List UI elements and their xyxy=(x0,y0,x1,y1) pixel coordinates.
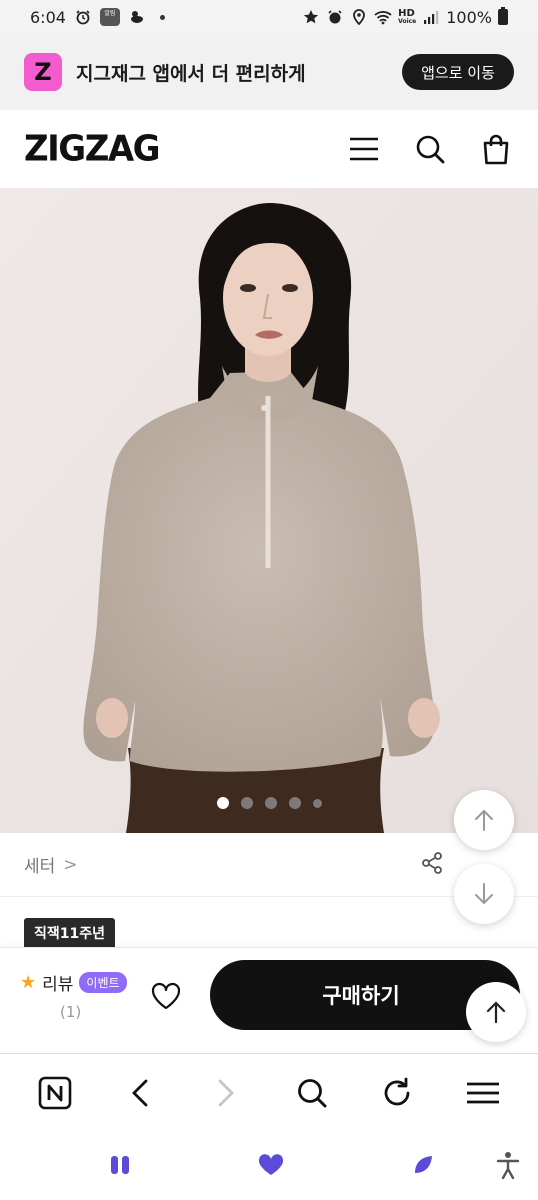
refresh-icon[interactable] xyxy=(377,1073,417,1113)
event-badge: 이벤트 xyxy=(79,972,127,993)
star-icon xyxy=(302,8,320,26)
signal-icon xyxy=(422,8,440,26)
scroll-down-button[interactable] xyxy=(454,864,514,924)
notification-app-icon: 알림 xyxy=(99,8,120,26)
system-nav-bar xyxy=(0,1131,538,1200)
zigzag-app-logo: Z xyxy=(24,53,62,91)
menu-icon[interactable] xyxy=(346,131,382,167)
search-icon[interactable] xyxy=(412,131,448,167)
app-banner-text: 지그재그 앱에서 더 편리하게 xyxy=(76,62,306,85)
site-header: ZIGZAG xyxy=(0,110,538,188)
more-notifications-dot xyxy=(159,14,165,20)
brand-logo[interactable]: ZIGZAG xyxy=(24,128,161,170)
location-icon xyxy=(350,8,368,26)
carousel-dot[interactable] xyxy=(240,797,253,809)
review-label: 리뷰 xyxy=(42,975,74,995)
carousel-dot[interactable] xyxy=(312,798,322,808)
like-button[interactable] xyxy=(148,978,184,1014)
arrow-down-icon xyxy=(475,883,493,905)
arrow-up-icon xyxy=(475,809,493,831)
scroll-top-button[interactable] xyxy=(466,982,526,1042)
category-label[interactable]: 세터 xyxy=(24,852,55,877)
leaf-icon[interactable] xyxy=(407,1149,439,1181)
hd-voice-icon: HD Voice xyxy=(398,9,416,25)
share-icon[interactable] xyxy=(420,851,444,879)
app-download-banner: Z 지그재그 앱에서 더 편리하게 앱으로 이동 xyxy=(0,34,538,110)
accessibility-icon[interactable] xyxy=(492,1149,524,1181)
carousel-dot[interactable] xyxy=(264,797,277,809)
heart-icon xyxy=(151,982,181,1010)
review-summary[interactable]: ★ 리뷰 이벤트 (1) xyxy=(20,970,128,1021)
review-count: (1) xyxy=(60,1003,82,1021)
battery-percent: 100% xyxy=(446,7,492,27)
status-bar: 6:04 알림 HD Voice 100% xyxy=(0,0,538,34)
naver-home-icon[interactable] xyxy=(35,1073,75,1113)
carousel-dot[interactable] xyxy=(288,797,301,809)
status-time: 6:04 xyxy=(30,7,66,27)
alarm-icon xyxy=(74,8,92,26)
purchase-bar: ★ 리뷰 이벤트 (1) 구매하기 xyxy=(0,947,538,1053)
back-arrow-icon[interactable] xyxy=(120,1073,160,1113)
open-app-button[interactable]: 앱으로 이동 xyxy=(402,54,514,90)
alarm-icon xyxy=(326,8,344,26)
browser-toolbar xyxy=(0,1053,538,1131)
chevron-right-icon: > xyxy=(63,854,78,875)
shopping-bag-icon[interactable] xyxy=(478,131,514,167)
hamburger-menu-icon[interactable] xyxy=(463,1073,503,1113)
battery-icon xyxy=(498,7,508,25)
star-icon: ★ xyxy=(20,972,37,993)
carousel-dot[interactable] xyxy=(216,797,229,809)
anniversary-badge: 직잭11주년 xyxy=(24,918,116,948)
forward-arrow-icon[interactable] xyxy=(206,1073,246,1113)
pause-icon[interactable] xyxy=(104,1149,136,1181)
duck-icon xyxy=(128,8,146,26)
product-photo xyxy=(0,188,538,833)
search-icon[interactable] xyxy=(292,1073,332,1113)
hd-voice-sublabel: Voice xyxy=(398,18,417,25)
product-image-carousel[interactable] xyxy=(0,188,538,833)
wifi-icon xyxy=(374,8,392,26)
arrow-up-icon xyxy=(486,1001,506,1024)
heart-icon[interactable] xyxy=(255,1149,287,1181)
